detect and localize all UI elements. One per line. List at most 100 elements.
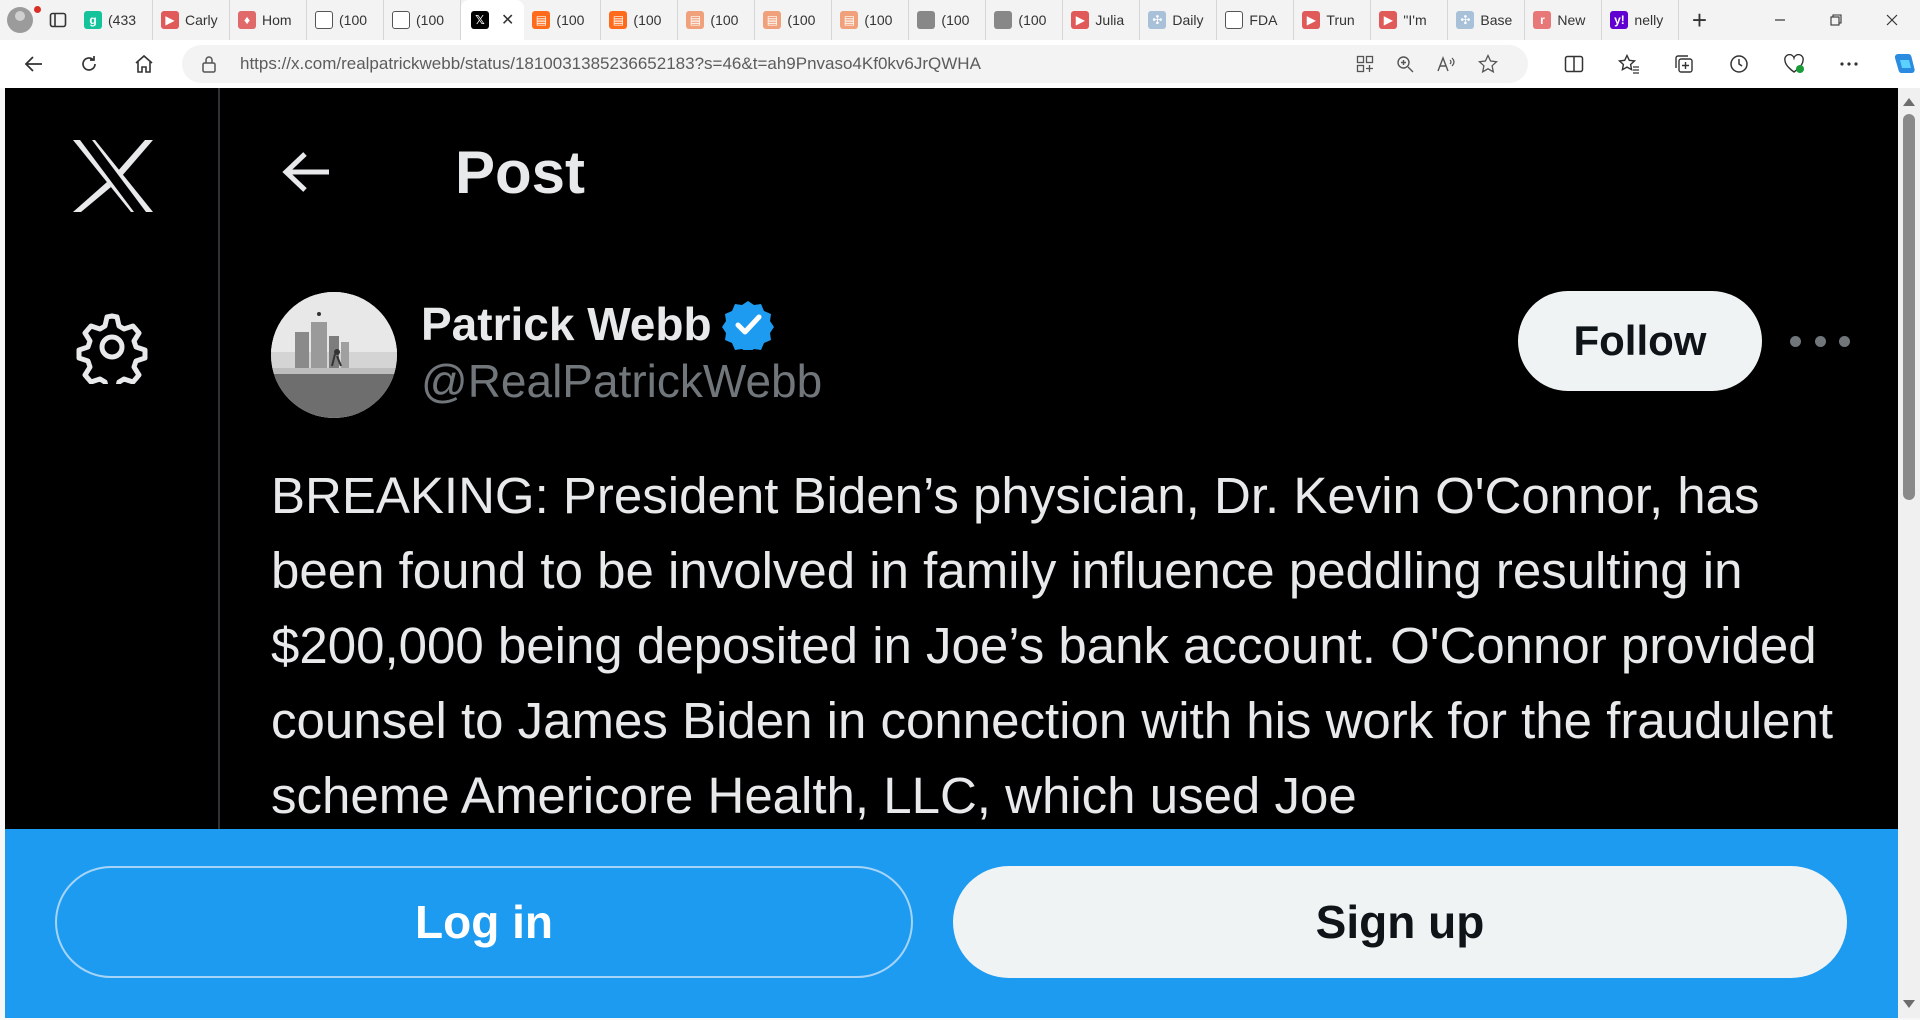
tab-title: "I'm xyxy=(1403,12,1427,28)
new-tab-button[interactable]: + xyxy=(1679,0,1719,40)
substack-icon: ▤ xyxy=(840,11,859,29)
substack-icon: ▤ xyxy=(609,11,628,29)
browser-tab[interactable]: (100 xyxy=(909,0,987,40)
browser-tab[interactable]: (100 xyxy=(384,0,461,40)
browser-tab[interactable]: ✣ Base xyxy=(1448,0,1526,40)
tab-title: (100 xyxy=(710,12,739,28)
restore-icon xyxy=(1830,14,1842,26)
zoom-icon[interactable] xyxy=(1396,55,1414,73)
profile-button[interactable] xyxy=(0,0,41,40)
youtube-icon: ▶ xyxy=(1379,11,1398,29)
tab-title: (100 xyxy=(633,12,662,28)
browser-tab[interactable]: ▶ Trun xyxy=(1294,0,1372,40)
url-bar[interactable]: https://x.com/realpatrickwebb/status/181… xyxy=(182,45,1528,83)
browser-tab[interactable]: ▶ Julia xyxy=(1063,0,1141,40)
performance-button[interactable] xyxy=(1766,44,1821,84)
document-icon xyxy=(392,11,410,29)
browser-tab[interactable]: ♦ Hom xyxy=(230,0,307,40)
page-scrollbar[interactable] xyxy=(1898,88,1920,1018)
collections-icon xyxy=(1674,55,1693,73)
browser-tab[interactable]: r New xyxy=(1525,0,1603,40)
read-aloud-icon[interactable] xyxy=(1436,55,1456,73)
split-screen-button[interactable] xyxy=(1546,44,1601,84)
page-title: Post xyxy=(455,138,586,206)
home-button[interactable] xyxy=(122,44,166,84)
lock-icon xyxy=(202,56,216,73)
close-tab-icon[interactable]: ✕ xyxy=(501,10,514,30)
copilot-button[interactable] xyxy=(1876,44,1920,84)
tab-actions-button[interactable] xyxy=(40,0,76,40)
favorite-star-icon[interactable] xyxy=(1478,54,1498,74)
tab-title: Carly xyxy=(185,12,218,28)
back-arrow-button[interactable] xyxy=(277,142,337,202)
login-prompt-bar: Log in Sign up xyxy=(5,829,1898,1018)
browser-tab[interactable]: ▤ (100 xyxy=(678,0,756,40)
settings-more-button[interactable] xyxy=(1821,44,1876,84)
app-available-icon[interactable] xyxy=(1356,55,1374,73)
tab-title: (100 xyxy=(416,12,445,28)
document-icon xyxy=(1225,11,1244,29)
signup-button[interactable]: Sign up xyxy=(953,866,1847,978)
tab-title: (100 xyxy=(864,12,893,28)
author-handle[interactable]: @RealPatrickWebb xyxy=(421,354,822,408)
url-bar-actions xyxy=(1356,45,1498,83)
author-name[interactable]: Patrick Webb xyxy=(421,297,712,351)
arrow-left-icon xyxy=(24,56,42,72)
browser-tab[interactable]: (100 xyxy=(307,0,384,40)
tab-title: (100 xyxy=(787,12,816,28)
minimize-icon xyxy=(1775,19,1785,21)
site-icon: ♦ xyxy=(238,11,256,29)
minimize-button[interactable] xyxy=(1752,0,1808,40)
author-name-row: Patrick Webb xyxy=(421,294,822,354)
browser-tab[interactable]: g (433 xyxy=(76,0,153,40)
browser-tab[interactable]: ▶ "I'm xyxy=(1371,0,1449,40)
refresh-button[interactable] xyxy=(67,44,111,84)
more-dot-icon xyxy=(1814,335,1826,347)
verified-badge-icon xyxy=(721,301,774,350)
profile-avatar-icon xyxy=(7,7,33,33)
browser-tab-bar: g (433 ▶ Carly ♦ Hom (100 (100 𝕏 ✕ ▤ (100 ▤ (100 ▤ (100… xyxy=(0,0,1920,40)
follow-button[interactable]: Follow xyxy=(1518,291,1762,391)
tab-title: (433 xyxy=(108,12,137,28)
window-controls xyxy=(1752,0,1920,40)
browser-tab[interactable]: ▤ (100 xyxy=(524,0,602,40)
browser-tab[interactable]: y! nelly xyxy=(1602,0,1680,40)
history-button[interactable] xyxy=(1711,44,1766,84)
copilot-icon xyxy=(1894,54,1915,73)
youtube-icon: ▶ xyxy=(1071,11,1090,29)
browser-tab[interactable]: FDA xyxy=(1217,0,1295,40)
tab-title: Trun xyxy=(1326,12,1355,28)
substack-icon: ▤ xyxy=(532,11,551,29)
site-icon: ✣ xyxy=(1148,11,1167,29)
browser-tab[interactable]: ▤ (100 xyxy=(832,0,910,40)
browser-tab[interactable]: ▤ (100 xyxy=(601,0,679,40)
refresh-icon xyxy=(82,56,96,71)
login-button[interactable]: Log in xyxy=(55,866,913,978)
tab-title: FDA xyxy=(1249,12,1278,28)
scrollbar-thumb[interactable] xyxy=(1903,114,1915,500)
browser-tab[interactable]: (100 xyxy=(986,0,1064,40)
scroll-down-icon[interactable] xyxy=(1903,1000,1915,1008)
author-avatar[interactable] xyxy=(271,292,397,418)
browser-tab[interactable]: 𝕏 ✕ xyxy=(461,0,525,40)
collections-button[interactable] xyxy=(1656,44,1711,84)
more-options-button[interactable] xyxy=(1790,326,1850,356)
gear-icon[interactable] xyxy=(75,310,149,384)
browser-tab[interactable]: ✣ Daily xyxy=(1140,0,1218,40)
url-text[interactable]: https://x.com/realpatrickwebb/status/181… xyxy=(240,54,981,74)
browser-tab[interactable]: ▶ Carly xyxy=(153,0,230,40)
browser-toolbar-right xyxy=(1546,44,1920,84)
close-window-button[interactable] xyxy=(1864,0,1920,40)
substack-icon: ▤ xyxy=(686,11,705,29)
substack-icon: ▤ xyxy=(763,11,782,29)
tab-title: Daily xyxy=(1172,12,1204,28)
browser-tab[interactable]: ▤ (100 xyxy=(755,0,833,40)
tab-title: Base xyxy=(1480,12,1513,28)
x-logo-icon[interactable] xyxy=(71,138,155,214)
back-button[interactable] xyxy=(12,44,56,84)
restore-button[interactable] xyxy=(1808,0,1864,40)
favorites-button[interactable] xyxy=(1601,44,1656,84)
tab-title: Hom xyxy=(262,12,292,28)
scroll-up-icon[interactable] xyxy=(1903,98,1915,106)
tab-actions-icon xyxy=(49,12,67,28)
